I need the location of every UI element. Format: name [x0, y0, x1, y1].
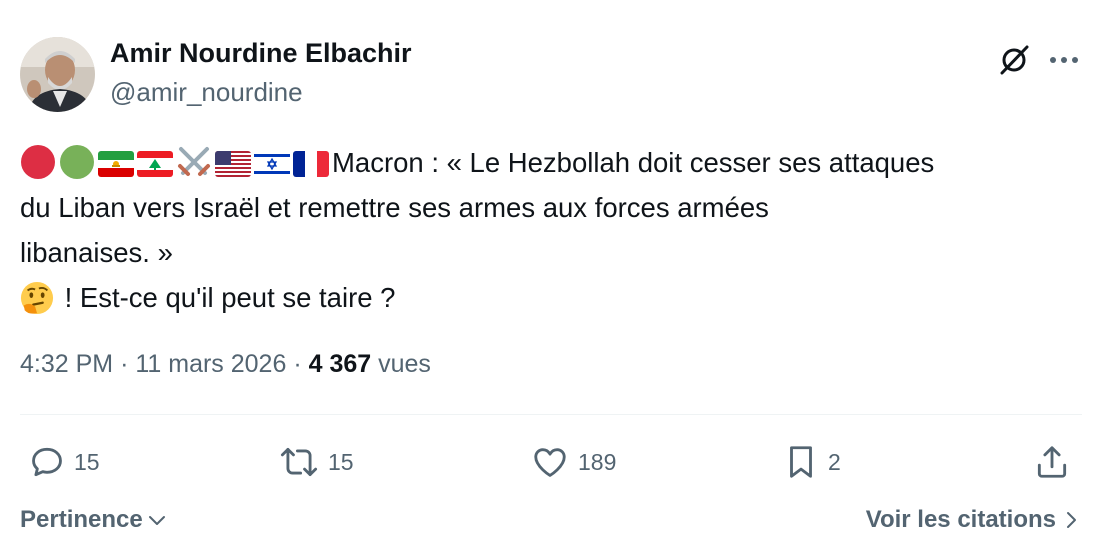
flag-lebanon-icon — [137, 151, 173, 177]
avatar[interactable] — [20, 37, 95, 112]
tweet-line-2: du Liban vers Israël et remettre ses arm… — [20, 192, 769, 223]
tweet-date[interactable]: 11 mars 2026 — [135, 350, 286, 378]
green-circle-icon — [60, 145, 94, 179]
tweet-line-3: libanaises. » — [20, 237, 173, 268]
thinking-face-icon — [20, 281, 54, 315]
tweet-meta: 4:32 PM · 11 mars 2026 · 4 367 vues — [20, 350, 431, 379]
chevron-down-icon — [148, 516, 165, 525]
share-button[interactable] — [1033, 440, 1071, 484]
red-circle-icon — [21, 145, 55, 179]
repost-button[interactable]: 15 — [278, 440, 354, 484]
share-icon — [1037, 446, 1067, 478]
meta-separator-1: · — [120, 350, 129, 378]
view-quotes-link[interactable]: Voir les citations — [866, 506, 1078, 534]
grok-button[interactable] — [995, 41, 1033, 79]
flag-iran-lion-sun-icon — [98, 151, 134, 177]
chevron-right-icon — [1067, 512, 1076, 528]
bookmark-icon — [790, 446, 812, 478]
views-label: vues — [378, 350, 431, 378]
tweet-line-4: ! Est-ce qu'il peut se taire ? — [20, 275, 1095, 320]
flag-israel-icon — [254, 151, 290, 177]
author-display-name[interactable]: Amir Nourdine Elbachir — [110, 38, 412, 69]
more-options-button[interactable] — [1044, 41, 1084, 79]
quotes-label: Voir les citations — [865, 506, 1056, 533]
like-button[interactable]: 189 — [530, 440, 616, 484]
repost-icon — [280, 447, 318, 477]
divider — [20, 414, 1082, 415]
bookmark-count: 2 — [828, 448, 841, 475]
views-count: 4 367 — [308, 350, 372, 378]
flag-usa-icon — [215, 151, 251, 177]
tweet-text: Macron : « Le Hezbollah doit cesser ses … — [20, 140, 1095, 320]
grok-slash-circle-icon — [1000, 45, 1029, 75]
bookmark-button[interactable]: 2 — [782, 440, 841, 484]
meta-separator-2: · — [293, 350, 302, 378]
tweet-line-1-text: Macron : « Le Hezbollah doit cesser ses … — [332, 147, 935, 178]
author-handle[interactable]: @amir_nourdine — [110, 77, 303, 108]
reply-button[interactable]: 15 — [28, 440, 100, 484]
sort-dropdown[interactable]: Pertinence — [20, 506, 167, 534]
repost-count: 15 — [328, 448, 354, 475]
reply-icon — [32, 447, 62, 477]
heart-icon — [534, 448, 566, 477]
tweet-line-4-text: ! Est-ce qu'il peut se taire ? — [57, 282, 396, 313]
crossed-swords-icon — [178, 147, 210, 176]
ellipsis-icon — [1050, 57, 1078, 63]
like-count: 189 — [578, 448, 617, 475]
avatar-image — [20, 37, 95, 112]
flag-france-icon — [293, 151, 329, 177]
sort-label: Pertinence — [20, 506, 143, 533]
tweet-time[interactable]: 4:32 PM — [20, 350, 113, 378]
reply-count: 15 — [74, 448, 100, 475]
tweet-line-1: Macron : « Le Hezbollah doit cesser ses … — [20, 140, 1095, 185]
